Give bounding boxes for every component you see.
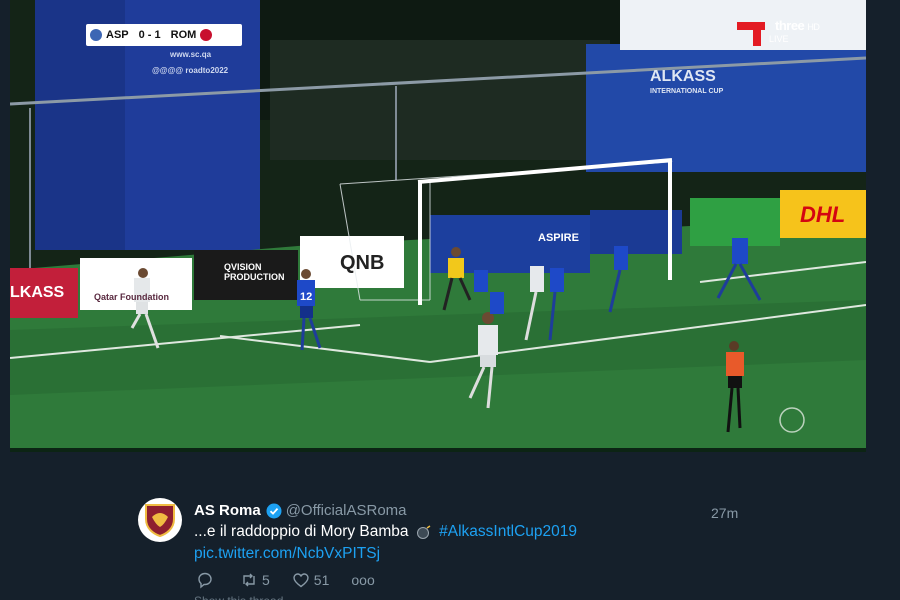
reply-icon	[198, 572, 212, 589]
social-board: @@@@ roadto2022	[152, 66, 229, 75]
alkass-board-left: LKASS	[10, 284, 65, 301]
hashtag-link[interactable]: #AlkassIntlCup2019	[439, 523, 577, 540]
tweet-timestamp[interactable]: 27m	[711, 505, 738, 521]
soccer-ball-icon	[416, 525, 431, 539]
qnb-board: QNB	[340, 252, 385, 274]
qatar-foundation-board: Qatar Foundation	[94, 292, 169, 302]
more-button[interactable]: ooo	[351, 572, 374, 588]
match-clock: 41:32	[150, 38, 174, 48]
retweet-icon	[243, 573, 255, 587]
author-name[interactable]: AS Roma	[194, 502, 261, 519]
home-team: ASP	[106, 29, 129, 41]
heart-icon	[293, 573, 309, 588]
dhl-board: DHL	[800, 202, 846, 227]
channel-logo: three HD LIVE	[737, 18, 827, 48]
retweet-count: 5	[262, 572, 270, 588]
qvision-board: QVISION PRODUCTION	[224, 262, 285, 282]
tweet-author[interactable]: AS Roma @OfficialASRoma	[194, 502, 407, 519]
video-player[interactable]: 12 ASP 0 - 1 ROM 41:32 three HD LIVE LKA…	[10, 0, 866, 452]
alkass-banner-title: ALKASS	[650, 68, 716, 85]
tweet-text-body: ...e il raddoppio di Mory Bamba	[194, 523, 409, 540]
tweet-actions: 5 51 ooo	[196, 571, 397, 589]
alkass-banner-sub: INTERNATIONAL CUP	[650, 88, 724, 95]
live-label: LIVE	[769, 34, 789, 44]
tweet-text: ...e il raddoppio di Mory Bamba #AlkassI…	[194, 523, 577, 541]
aspire-crest-icon	[90, 29, 102, 41]
show-thread-link[interactable]: Show this thread	[194, 594, 283, 600]
avatar[interactable]	[138, 498, 182, 542]
away-team: ROM	[170, 29, 197, 41]
channel-mark-icon	[737, 22, 765, 46]
svg-text:12: 12	[300, 291, 312, 303]
like-button[interactable]: 51	[292, 571, 330, 589]
author-handle[interactable]: @OfficialASRoma	[286, 502, 407, 519]
roma-crest-icon	[145, 504, 175, 537]
web-board: www.sc.qa	[170, 50, 212, 59]
retweet-button[interactable]: 5	[240, 571, 270, 589]
match-scene: 12	[10, 0, 866, 452]
channel-brand: three HD	[775, 18, 820, 33]
aspire-board: ASPIRE	[538, 232, 579, 244]
media-link[interactable]: pic.twitter.com/NcbVxPITSj	[194, 545, 380, 563]
verified-badge-icon	[266, 503, 282, 518]
reply-button[interactable]	[196, 571, 218, 589]
like-count: 51	[313, 572, 330, 588]
roma-crest-icon	[200, 29, 213, 41]
more-icon: ooo	[351, 572, 375, 588]
